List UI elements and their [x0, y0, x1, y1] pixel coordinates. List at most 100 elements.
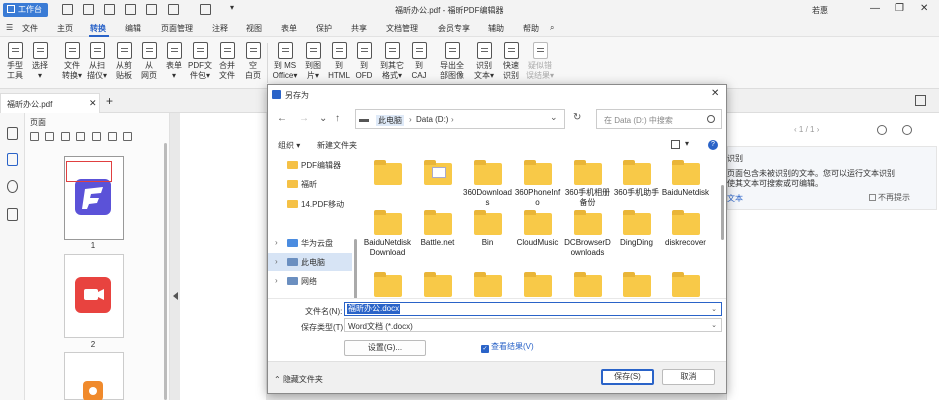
- menu-member[interactable]: 会员专享: [438, 23, 470, 34]
- menu-edit[interactable]: 编辑: [125, 23, 141, 34]
- form-button[interactable]: 表单 ▾: [160, 42, 188, 81]
- view-result-checkbox[interactable]: ✓ 查看结果(V): [481, 341, 534, 353]
- document-tab[interactable]: 福昕办公.pdf ✕: [0, 93, 100, 113]
- undo-icon[interactable]: [125, 4, 136, 15]
- menu-convert[interactable]: 转换: [90, 23, 106, 34]
- to-other-formats-button[interactable]: 到其它 格式▾: [378, 42, 406, 81]
- folder-item[interactable]: [363, 272, 412, 298]
- file-convert-button[interactable]: 文件 转换▾: [58, 42, 86, 81]
- folder-item[interactable]: 360Downloads: [463, 160, 512, 208]
- refresh-icon[interactable]: ↻: [573, 112, 581, 123]
- hide-folders-toggle[interactable]: ⌃ 隐藏文件夹: [274, 374, 323, 385]
- breadcrumb-separator[interactable]: ›: [451, 115, 454, 124]
- menu-share[interactable]: 共享: [351, 23, 367, 34]
- menu-comment[interactable]: 注释: [212, 23, 228, 34]
- close-tab-icon[interactable]: ✕: [89, 98, 97, 109]
- folder-item[interactable]: 360手机相册备份: [563, 160, 612, 208]
- dialog-close-button[interactable]: ✕: [711, 88, 719, 99]
- folder-item[interactable]: BaiduNetdisk: [661, 160, 710, 198]
- to-html-button[interactable]: 到 HTML: [325, 42, 353, 81]
- hamburger-icon[interactable]: ☰: [6, 23, 13, 32]
- folder-item[interactable]: [363, 160, 412, 188]
- folder-item[interactable]: Battle.net: [413, 210, 462, 248]
- thumb-tool-6-icon[interactable]: [108, 132, 117, 141]
- from-webpage-button[interactable]: 从网页: [135, 42, 163, 81]
- folder-item[interactable]: CloudMusic: [513, 210, 562, 248]
- view-mode-icon[interactable]: [671, 140, 680, 149]
- to-ms-office-button[interactable]: 到 MS Office▾: [271, 42, 299, 81]
- print-icon[interactable]: [104, 4, 115, 15]
- ocr-run-link[interactable]: 文本: [727, 193, 743, 204]
- folder-item[interactable]: 360PhoneInfo: [513, 160, 562, 208]
- folder-item[interactable]: [413, 160, 462, 188]
- filename-input[interactable]: ⌄: [344, 302, 722, 316]
- dialog-search-input[interactable]: 在 Data (D:) 中搜索: [596, 109, 722, 129]
- nav-item-foxit[interactable]: 福昕: [268, 175, 352, 193]
- recent-dropdown-icon[interactable]: ⌄: [319, 113, 327, 124]
- to-ofd-button[interactable]: 到 OFD: [350, 42, 378, 81]
- breadcrumb-this-pc[interactable]: 此电脑: [376, 115, 404, 126]
- from-clipboard-button[interactable]: 从剪 贴板: [110, 42, 138, 81]
- folder-item[interactable]: [513, 272, 562, 298]
- nav-item-pdf-editor[interactable]: PDF编辑器: [268, 156, 352, 174]
- navigation-scrollbar[interactable]: [354, 239, 357, 299]
- folder-item[interactable]: diskrecover: [661, 210, 710, 248]
- file-list-scrollbar[interactable]: [721, 185, 724, 240]
- ocr-collapse-icon[interactable]: [902, 125, 912, 135]
- thumb-tool-1-icon[interactable]: [30, 132, 39, 141]
- dialog-title-bar[interactable]: 另存为 ✕: [268, 85, 726, 105]
- panel-toggle-icon[interactable]: [915, 95, 926, 106]
- menu-doc-management[interactable]: 文档管理: [386, 23, 418, 34]
- new-folder-button[interactable]: 新建文件夹: [317, 140, 357, 151]
- address-dropdown-icon[interactable]: ⌄: [550, 112, 558, 123]
- folder-item[interactable]: [463, 272, 512, 298]
- ocr-text-button[interactable]: 识别 文本▾: [470, 42, 498, 81]
- breadcrumb-drive-d[interactable]: Data (D:): [416, 115, 448, 124]
- up-arrow-icon[interactable]: ↑: [335, 113, 340, 124]
- menu-file[interactable]: 文件: [22, 23, 38, 34]
- back-arrow-icon[interactable]: ←: [277, 113, 287, 124]
- page-thumbnail-3[interactable]: [64, 352, 124, 400]
- to-image-button[interactable]: 到图 片▾: [299, 42, 327, 81]
- help-icon[interactable]: ?: [708, 140, 718, 150]
- folder-item[interactable]: [413, 272, 462, 298]
- ocr-settings-icon[interactable]: [877, 125, 887, 135]
- quick-ocr-button[interactable]: 快速 识别: [497, 42, 525, 81]
- filetype-select[interactable]: Word文档 (*.docx) ⌄: [344, 318, 722, 332]
- nav-item-pdf-mobile[interactable]: 14.PDF移动: [268, 195, 352, 213]
- close-window-button[interactable]: ✕: [920, 3, 928, 14]
- thumb-tool-4-icon[interactable]: [76, 132, 85, 141]
- comments-icon[interactable]: [7, 180, 18, 193]
- thumb-tool-3-icon[interactable]: [61, 132, 70, 141]
- menu-assist[interactable]: 辅助: [488, 23, 504, 34]
- menu-view[interactable]: 视图: [246, 23, 262, 34]
- view-mode-dropdown[interactable]: ▾: [685, 139, 689, 148]
- thumb-tool-5-icon[interactable]: [92, 132, 101, 141]
- menu-protect[interactable]: 保护: [316, 23, 332, 34]
- select-button[interactable]: 选择 ▾: [26, 42, 54, 81]
- user-name[interactable]: 若惠: [812, 5, 828, 16]
- from-scanner-button[interactable]: 从扫 描仪▾: [83, 42, 111, 81]
- hand-tool-button[interactable]: 手型 工具: [1, 42, 29, 81]
- find-icon[interactable]: [168, 4, 179, 15]
- folder-item[interactable]: 360手机助手: [612, 160, 661, 198]
- to-caj-button[interactable]: 到 CAJ: [405, 42, 433, 81]
- folder-item[interactable]: [661, 272, 710, 298]
- expand-chevron-icon[interactable]: ›: [275, 257, 278, 266]
- restore-button[interactable]: ❐: [895, 3, 904, 14]
- collapse-panel-icon[interactable]: [173, 292, 178, 300]
- merge-files-button[interactable]: 合并 文件: [213, 42, 241, 81]
- organize-button[interactable]: 组织 ▾: [278, 140, 300, 151]
- save-button[interactable]: 保存(S): [601, 369, 654, 385]
- attachment-icon[interactable]: [7, 208, 18, 221]
- minimize-button[interactable]: —: [870, 3, 880, 14]
- menu-home[interactable]: 主页: [57, 23, 73, 34]
- folder-item[interactable]: DCBrowserDownloads: [563, 210, 612, 258]
- folder-item[interactable]: DingDing: [612, 210, 661, 248]
- thumbnail-scrollbar[interactable]: [164, 143, 167, 400]
- redo-icon[interactable]: [146, 4, 157, 15]
- nav-item-huawei-cloud[interactable]: › 华为云盘: [268, 234, 352, 252]
- workbench-button[interactable]: 工作台: [3, 3, 48, 17]
- expand-chevron-icon[interactable]: ›: [275, 238, 278, 247]
- export-images-button[interactable]: 导出全 部图像: [438, 42, 466, 81]
